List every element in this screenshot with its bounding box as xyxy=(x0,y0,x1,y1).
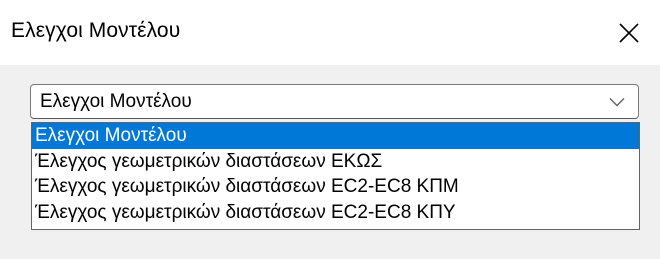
model-check-combobox[interactable]: Ελεγχοι Μοντέλου xyxy=(30,84,639,119)
close-icon xyxy=(619,23,639,43)
dropdown-list: Ελεγχοι Μοντέλου Έλεγχος γεωμετρικών δια… xyxy=(31,122,640,230)
chevron-down-icon[interactable] xyxy=(609,97,625,107)
title-bar: Ελεγχοι Μοντέλου xyxy=(0,0,660,65)
dropdown-item-model-checks[interactable]: Ελεγχοι Μοντέλου xyxy=(32,123,639,149)
close-button[interactable] xyxy=(598,0,660,65)
dropdown-item-ekos-check[interactable]: Έλεγχος γεωμετρικών διαστάσεων ΕΚΩΣ xyxy=(32,149,639,175)
dropdown-item-ec2-ec8-kpy-check[interactable]: Έλεγχος γεωμετρικών διαστάσεων EC2-EC8 Κ… xyxy=(32,200,639,226)
dropdown-item-ec2-ec8-kpm-check[interactable]: Έλεγχος γεωμετρικών διαστάσεων EC2-EC8 Κ… xyxy=(32,174,639,200)
window-title: Ελεγχοι Μοντέλου xyxy=(11,19,181,42)
combobox-value: Ελεγχοι Μοντέλου xyxy=(40,91,192,112)
model-checks-dialog: Ελεγχοι Μοντέλου Ελεγχοι Μοντέλου Ελεγχο… xyxy=(0,0,660,259)
